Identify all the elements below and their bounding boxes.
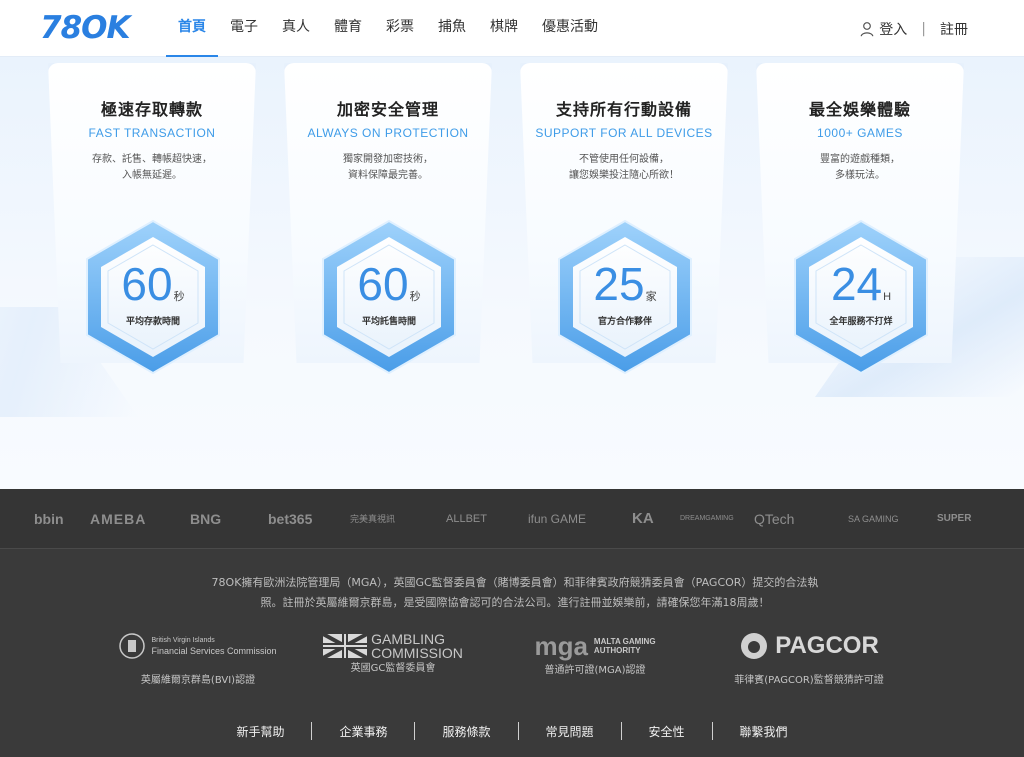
legal-line: 78OK擁有歐洲法院管理局（MGA），英國GC監督委員會（賭博委員會）和菲律賓政… bbox=[211, 576, 819, 589]
license-caption: 普通許可證(MGA)認證 bbox=[544, 665, 646, 676]
stat-number: 24H bbox=[830, 258, 892, 310]
footer-link-terms[interactable]: 服務條款 bbox=[415, 723, 517, 740]
site-footer: bbin AMEBA BNG bet365 完美真視訊 ALLBET ifun … bbox=[0, 489, 1024, 757]
feature-subtitle: ALWAYS ON PROTECTION bbox=[307, 126, 469, 140]
license-gc: GAMBLING COMMISSION 英國GC監督委員會 bbox=[318, 629, 468, 689]
feature-description: 豐富的遊戲種類， 多樣玩法。 bbox=[756, 152, 964, 184]
stat-label: 全年服務不打烊 bbox=[829, 317, 893, 327]
stat-number: 60秒 bbox=[357, 258, 421, 310]
footer-link-help[interactable]: 新手幫助 bbox=[209, 723, 311, 740]
gc-logo-line2: COMMISSION bbox=[371, 645, 463, 661]
feature-title: 最全娛樂體驗 bbox=[808, 100, 911, 119]
pagcor-logo-main: PAGCOR bbox=[775, 632, 879, 659]
stat-label: 平均託售時間 bbox=[361, 317, 416, 327]
site-logo[interactable]: 78OK bbox=[40, 9, 131, 47]
stat-hexagon: 60秒 平均存款時間 bbox=[78, 217, 228, 377]
legal-notice: 78OK擁有歐洲法院管理局（MGA），英國GC監督委員會（賭博委員會）和菲律賓政… bbox=[170, 573, 860, 613]
nav-item-sports[interactable]: 體育 bbox=[322, 0, 374, 57]
bvi-fsc-logo: British Virgin Islands Financial Service… bbox=[118, 629, 278, 663]
bvi-crest-icon bbox=[119, 633, 146, 659]
feature-title: 極速存取轉款 bbox=[100, 100, 203, 119]
license-mga: mga MALTA GAMING AUTHORITY 普通許可證(MGA)認證 bbox=[520, 629, 670, 689]
mga-logo-line1: MALTA GAMING bbox=[593, 637, 656, 646]
feature-subtitle: FAST TRANSACTION bbox=[88, 126, 216, 140]
provider-logo-perfect[interactable]: 完美真視訊 bbox=[350, 507, 395, 531]
bvi-logo-line2: Financial Services Commission bbox=[151, 646, 277, 656]
feature-desc-line: 入帳無延遲。 bbox=[122, 170, 182, 181]
provider-logo-super[interactable]: SUPER bbox=[937, 507, 971, 531]
feature-desc-line: 豐富的遊戲種類， bbox=[820, 154, 900, 165]
stat-label: 官方合作夥伴 bbox=[597, 317, 652, 327]
uk-flag-icon bbox=[323, 634, 368, 658]
provider-logo-allbet[interactable]: ALLBET bbox=[446, 507, 487, 531]
nav-item-home[interactable]: 首頁 bbox=[166, 0, 218, 57]
login-link[interactable]: 登入 bbox=[879, 19, 907, 39]
auth-area: 登入 | 註冊 bbox=[860, 0, 968, 57]
feature-desc-line: 多樣玩法。 bbox=[835, 170, 885, 181]
provider-logo-dreamgaming[interactable]: DREAMGAMING bbox=[680, 507, 734, 531]
feature-subtitle: SUPPORT FOR ALL DEVICES bbox=[535, 126, 713, 140]
feature-description: 存款、託售、轉帳超快速， 入帳無延遲。 bbox=[48, 152, 256, 184]
provider-logos-bar: bbin AMEBA BNG bet365 完美真視訊 ALLBET ifun … bbox=[0, 489, 1024, 549]
feature-desc-line: 資料保障最完善。 bbox=[348, 170, 428, 181]
license-pagcor: PAGCOR 菲律賓(PAGCOR)監督競猜許可證 bbox=[720, 629, 898, 689]
feature-section: 極速存取轉款 FAST TRANSACTION 存款、託售、轉帳超快速， 入帳無… bbox=[0, 57, 1024, 489]
stat-hexagon: 60秒 平均託售時間 bbox=[314, 217, 464, 377]
pagcor-emblem-icon bbox=[741, 633, 768, 659]
provider-logo-bet365[interactable]: bet365 bbox=[268, 507, 312, 531]
footer-link-faq[interactable]: 常見問題 bbox=[519, 723, 621, 740]
bvi-logo-line1: British Virgin Islands bbox=[151, 637, 215, 644]
nav-item-lottery[interactable]: 彩票 bbox=[374, 0, 426, 57]
mga-logo-main: mga bbox=[534, 630, 588, 661]
logo-text: 78OK bbox=[40, 10, 131, 46]
provider-logo-ifun[interactable]: ifun GAME bbox=[528, 507, 586, 531]
nav-item-live[interactable]: 真人 bbox=[270, 0, 322, 57]
provider-logo-qtech[interactable]: QTech bbox=[754, 507, 794, 531]
license-bvi: British Virgin Islands Financial Service… bbox=[118, 629, 278, 689]
feature-desc-line: 讓您娛樂投注隨心所欲！ bbox=[569, 170, 679, 181]
register-link[interactable]: 註冊 bbox=[940, 19, 968, 39]
gambling-commission-logo: GAMBLING COMMISSION bbox=[318, 629, 468, 663]
nav-item-cards[interactable]: 棋牌 bbox=[478, 0, 530, 57]
mga-logo-line2: AUTHORITY bbox=[593, 646, 641, 655]
top-header: 78OK 首頁 電子 真人 體育 彩票 捕魚 棋牌 優惠活動 登入 | 註冊 bbox=[0, 0, 1024, 57]
feature-description: 獨家開發加密技術， 資料保障最完善。 bbox=[284, 152, 492, 184]
nav-item-slots[interactable]: 電子 bbox=[218, 0, 270, 57]
user-icon bbox=[860, 21, 874, 36]
provider-logo-ameba[interactable]: AMEBA bbox=[90, 507, 146, 531]
gc-logo-line1: GAMBLING bbox=[371, 631, 446, 647]
nav-item-promotions[interactable]: 優惠活動 bbox=[530, 0, 610, 57]
auth-separator: | bbox=[921, 20, 926, 37]
footer-link-contact[interactable]: 聯繫我們 bbox=[713, 723, 815, 740]
feature-title: 加密安全管理 bbox=[336, 100, 439, 119]
provider-logo-bng[interactable]: BNG bbox=[190, 507, 221, 531]
license-list: British Virgin Islands Financial Service… bbox=[0, 629, 1024, 689]
footer-link-business[interactable]: 企業事務 bbox=[312, 723, 414, 740]
feature-desc-line: 存款、託售、轉帳超快速， bbox=[92, 154, 212, 165]
stat-label: 平均存款時間 bbox=[125, 317, 180, 327]
provider-logo-sa-gaming[interactable]: SA GAMING bbox=[848, 507, 899, 531]
stat-hexagon: 25家 官方合作夥伴 bbox=[550, 217, 700, 377]
license-caption: 菲律賓(PAGCOR)監督競猜許可證 bbox=[734, 675, 884, 686]
mga-logo: mga MALTA GAMING AUTHORITY bbox=[520, 629, 670, 663]
footer-links: 新手幫助 企業事務 服務條款 常見問題 安全性 聯繫我們 bbox=[0, 721, 1024, 741]
main-nav: 首頁 電子 真人 體育 彩票 捕魚 棋牌 優惠活動 bbox=[166, 0, 610, 57]
feature-desc-line: 獨家開發加密技術， bbox=[343, 154, 433, 165]
feature-description: 不管使用任何設備， 讓您娛樂投注隨心所欲！ bbox=[520, 152, 728, 184]
stat-number: 25家 bbox=[593, 258, 657, 310]
stat-number: 60秒 bbox=[121, 258, 185, 310]
stat-hexagon: 24H 全年服務不打烊 bbox=[786, 217, 936, 377]
provider-logo-bbin[interactable]: bbin bbox=[34, 507, 64, 531]
feature-desc-line: 不管使用任何設備， bbox=[579, 154, 669, 165]
footer-link-security[interactable]: 安全性 bbox=[622, 723, 712, 740]
legal-line: 照。註冊於英屬維爾京群島，是受國際協會認可的合法公司。進行註冊並娛樂前，請確保您… bbox=[260, 596, 770, 609]
feature-title: 支持所有行動設備 bbox=[555, 100, 692, 119]
provider-logo-ka[interactable]: KA bbox=[632, 507, 654, 531]
pagcor-logo: PAGCOR bbox=[720, 629, 898, 663]
license-caption: 英屬維爾京群島(BVI)認證 bbox=[140, 675, 256, 686]
license-caption: 英國GC監督委員會 bbox=[350, 663, 436, 674]
nav-item-fishing[interactable]: 捕魚 bbox=[426, 0, 478, 57]
feature-subtitle: 1000+ GAMES bbox=[817, 126, 903, 140]
